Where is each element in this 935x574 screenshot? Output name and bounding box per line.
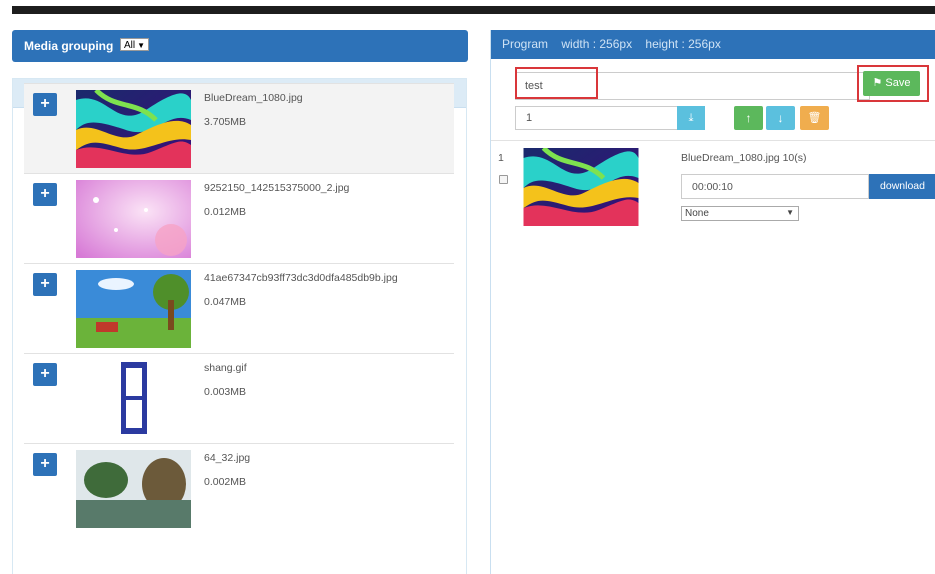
media-item[interactable]: + BlueDream_1080.jpg 3.705MB [24, 83, 454, 173]
media-size: 3.705MB [204, 116, 247, 128]
media-thumbnail[interactable] [76, 270, 191, 348]
divider [491, 140, 935, 141]
dropdown-arrow-icon: ▼ [786, 208, 794, 217]
media-thumbnail[interactable] [76, 360, 191, 438]
program-item-checkbox[interactable] [499, 175, 508, 184]
add-media-button[interactable]: + [33, 453, 57, 476]
order-input[interactable]: 1 [515, 106, 678, 130]
program-header: Program width : 256px height : 256px [491, 30, 935, 59]
top-bar [0, 0, 935, 14]
highlight-box [515, 67, 598, 99]
program-title: Program [502, 37, 549, 51]
add-media-button[interactable]: + [33, 363, 57, 386]
media-item[interactable]: + 64_32.jpg 0.002MB [24, 443, 454, 533]
program-height: height : 256px [645, 37, 721, 51]
delete-button[interactable]: 🗑 [800, 106, 829, 130]
program-item-thumbnail [523, 148, 639, 226]
media-size: 0.003MB [204, 386, 247, 398]
top-strip [12, 6, 935, 14]
add-media-button[interactable]: + [33, 273, 57, 296]
media-thumbnail[interactable] [76, 180, 191, 258]
add-media-button[interactable]: + [33, 93, 57, 116]
media-grouping-label: Media grouping [24, 39, 114, 53]
media-list: + BlueDream_1080.jpg 3.705MB + 9252150_1… [24, 83, 454, 533]
media-item[interactable]: + 41ae67347cb93ff73dc3d0dfa485db9b.jpg 0… [24, 263, 454, 353]
media-name: 9252150_142515375000_2.jpg [204, 182, 350, 194]
media-library: Media grouping All▼ image + [12, 30, 468, 574]
media-grouping-bar: Media grouping All ▼ [12, 30, 468, 62]
media-name: shang.gif [204, 362, 247, 374]
media-size: 0.002MB [204, 476, 247, 488]
media-name: BlueDream_1080.jpg [204, 92, 303, 104]
add-media-button[interactable]: + [33, 183, 57, 206]
arrow-up-icon: ↑ [745, 111, 752, 125]
sort-button[interactable]: ⤓ [677, 106, 705, 130]
move-up-button[interactable]: ↑ [734, 106, 763, 130]
sort-icon: ⤓ [688, 112, 694, 124]
program-item-index: 1 [498, 152, 504, 164]
media-name: 41ae67347cb93ff73dc3d0dfa485db9b.jpg [204, 272, 398, 284]
arrow-down-icon: ↓ [777, 111, 784, 125]
media-item[interactable]: + 9252150_142515375000_2.jpg 0.012MB [24, 173, 454, 263]
media-item[interactable]: + shang.gif 0.003MB [24, 353, 454, 443]
media-thumbnail[interactable] [76, 450, 191, 528]
duration-input[interactable]: 00:00:10 [681, 174, 869, 199]
program-width: width : 256px [561, 37, 633, 51]
dropdown-arrow-icon: ▼ [137, 41, 146, 50]
highlight-box [857, 65, 929, 102]
media-thumbnail[interactable] [76, 90, 191, 168]
media-grouping-select[interactable]: All ▼ [120, 38, 150, 51]
move-down-button[interactable]: ↓ [766, 106, 795, 130]
effect-select[interactable]: None ▼ [681, 206, 799, 221]
program-item-name: BlueDream_1080.jpg 10(s) [681, 152, 807, 164]
media-size: 0.047MB [204, 296, 247, 308]
download-button[interactable]: download [869, 174, 935, 199]
media-name: 64_32.jpg [204, 452, 251, 464]
trash-icon: 🗑 [807, 112, 822, 124]
program-panel: Program width : 256px height : 256px tes… [490, 30, 935, 574]
media-size: 0.012MB [204, 206, 247, 218]
